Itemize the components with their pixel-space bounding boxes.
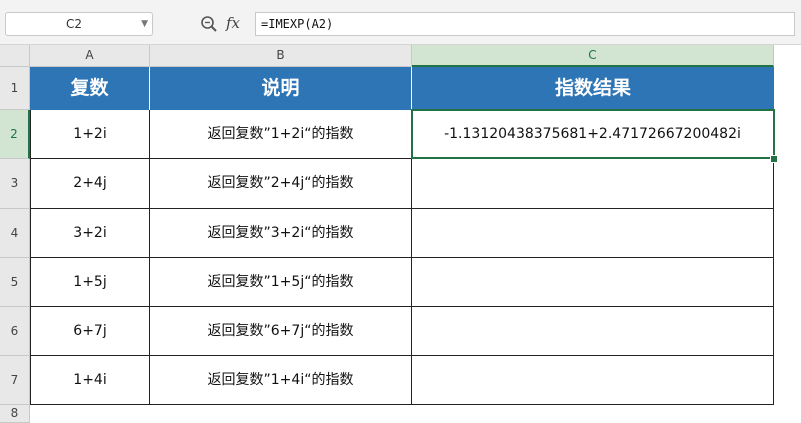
table-header-result[interactable]: 指数结果 bbox=[412, 67, 774, 110]
row-header-2[interactable]: 2 bbox=[0, 110, 30, 159]
cell-a5[interactable]: 1+5j bbox=[30, 258, 150, 307]
column-header-c[interactable]: C bbox=[412, 45, 774, 67]
row-header-5[interactable]: 5 bbox=[0, 258, 30, 307]
name-box[interactable]: C2 ▼ bbox=[5, 12, 153, 36]
row-header-7[interactable]: 7 bbox=[0, 356, 30, 405]
column-header-b[interactable]: B bbox=[150, 45, 412, 67]
row-header-8[interactable]: 8 bbox=[0, 405, 30, 423]
formula-input[interactable]: =IMEXP(A2) bbox=[255, 12, 795, 36]
cell-c7[interactable] bbox=[412, 356, 774, 405]
row-header-4[interactable]: 4 bbox=[0, 209, 30, 258]
select-all-corner[interactable] bbox=[0, 45, 30, 67]
spreadsheet-window: C2 ▼ fx =IMEXP(A2) A B C 1 2 3 4 5 6 7 8… bbox=[0, 0, 801, 423]
cell-b7[interactable]: 返回复数”1+4i“的指数 bbox=[150, 356, 412, 405]
formula-bar: C2 ▼ fx =IMEXP(A2) bbox=[0, 0, 801, 45]
cell-a6[interactable]: 6+7j bbox=[30, 307, 150, 356]
zoom-icon[interactable] bbox=[200, 15, 218, 33]
column-header-a[interactable]: A bbox=[30, 45, 150, 67]
row-header-1[interactable]: 1 bbox=[0, 67, 30, 110]
cell-b2[interactable]: 返回复数”1+2i“的指数 bbox=[150, 110, 412, 159]
fx-icon[interactable]: fx bbox=[226, 12, 240, 34]
cell-a4[interactable]: 3+2i bbox=[30, 209, 150, 258]
cell-a2[interactable]: 1+2i bbox=[30, 110, 150, 159]
cell-c4[interactable] bbox=[412, 209, 774, 258]
cell-c5[interactable] bbox=[412, 258, 774, 307]
chevron-down-icon[interactable]: ▼ bbox=[141, 14, 148, 34]
table-header-complex[interactable]: 复数 bbox=[30, 67, 150, 110]
cell-a3[interactable]: 2+4j bbox=[30, 159, 150, 209]
cell-c3[interactable] bbox=[412, 159, 774, 209]
cell-b3[interactable]: 返回复数”2+4j“的指数 bbox=[150, 159, 412, 209]
cell-c2[interactable]: -1.13120438375681+2.47172667200482i bbox=[412, 110, 774, 159]
row-header-6[interactable]: 6 bbox=[0, 307, 30, 356]
cell-b6[interactable]: 返回复数”6+7j“的指数 bbox=[150, 307, 412, 356]
table-header-description[interactable]: 说明 bbox=[150, 67, 412, 110]
cell-b4[interactable]: 返回复数”3+2i“的指数 bbox=[150, 209, 412, 258]
row-header-3[interactable]: 3 bbox=[0, 159, 30, 209]
cell-a7[interactable]: 1+4i bbox=[30, 356, 150, 405]
cell-c6[interactable] bbox=[412, 307, 774, 356]
name-box-value: C2 bbox=[65, 17, 82, 31]
cell-b5[interactable]: 返回复数”1+5j“的指数 bbox=[150, 258, 412, 307]
fill-handle[interactable] bbox=[770, 155, 778, 163]
